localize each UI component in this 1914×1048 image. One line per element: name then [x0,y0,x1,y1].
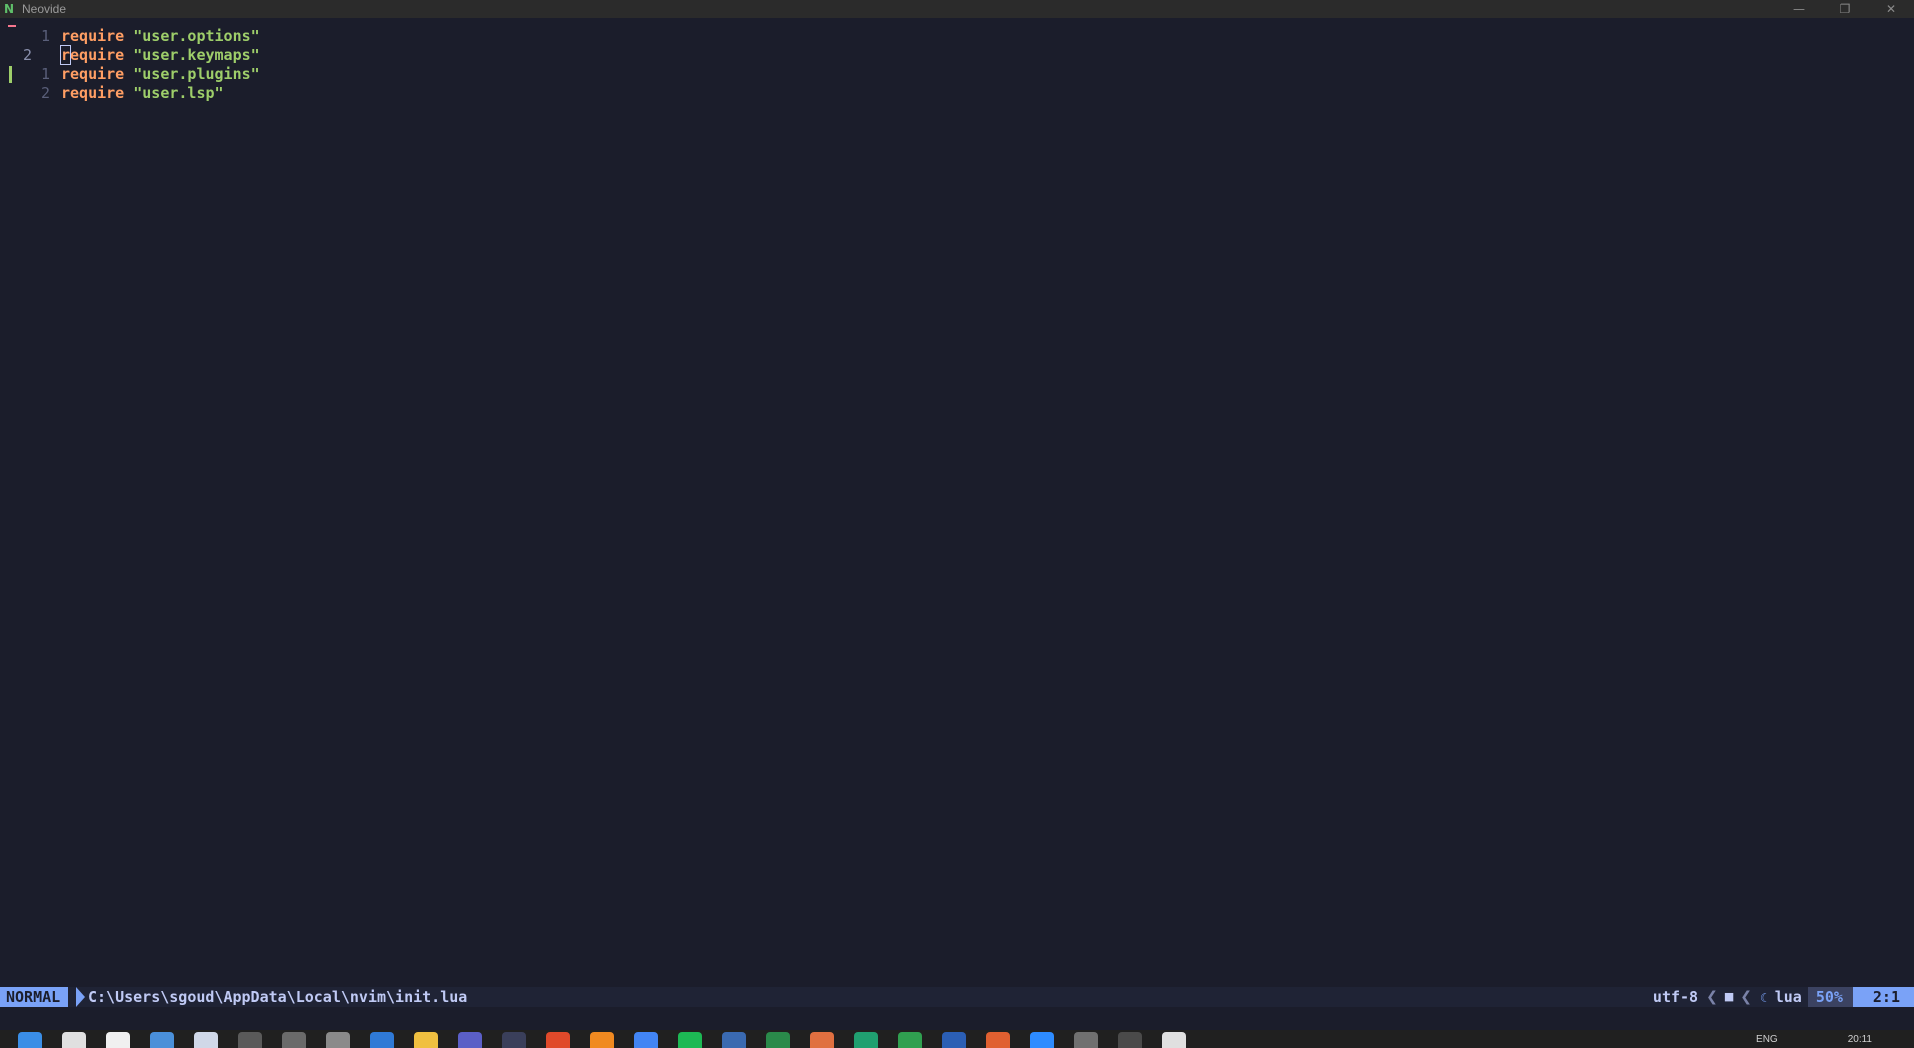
close-button[interactable]: ✕ [1868,0,1914,18]
terminal-icon[interactable] [238,1032,262,1048]
code-line[interactable]: 1 require "user.options" [0,25,1914,46]
chrome-icon[interactable] [634,1032,658,1048]
window-title: Neovide [22,2,67,16]
mail-icon[interactable] [194,1032,218,1048]
neovide-logo-icon: N [3,2,15,16]
keyword-token: equire [70,46,125,64]
mode-separator [76,987,85,1007]
teams-icon[interactable] [458,1032,482,1048]
cat-icon[interactable] [326,1032,350,1048]
git-sign-deleted [0,25,16,46]
clock[interactable]: 20:11 [1848,1034,1872,1045]
string-token: "user.lsp" [133,84,224,102]
zoom-icon[interactable] [1030,1032,1054,1048]
keyword-token: require [61,65,125,83]
edge-icon[interactable] [370,1032,394,1048]
sign-column [0,84,14,103]
title-bar: N Neovide — ❐ ✕ [0,0,1914,18]
line-number: 1 [40,65,50,83]
app-icon-red[interactable] [986,1032,1010,1048]
lua-icon: ☾ [1759,990,1771,1005]
code-text: require "user.lsp" [61,84,224,103]
app-icon-blue[interactable] [722,1032,746,1048]
progress-percent: 50% [1807,987,1853,1007]
app-icon-orange[interactable] [810,1032,834,1048]
code-text: require "user.keymaps" [59,45,260,65]
neovide-icon[interactable] [1162,1032,1186,1048]
cursor: r [59,45,72,65]
folder-icon[interactable] [414,1032,438,1048]
filetype: ☾ lua [1754,987,1808,1008]
keyword-token: require [61,84,125,102]
app-icon-green[interactable] [766,1032,790,1048]
windows-start-icon[interactable] [18,1032,42,1048]
code-line[interactable]: 2 require "user.lsp" [0,84,1914,103]
git-sign-added [0,65,14,84]
brave-icon[interactable] [546,1032,570,1048]
code-line-current[interactable]: 2 require "user.keymaps" [0,45,1914,65]
windows-os-icon: ■ [1723,990,1735,1003]
mode-indicator: NORMAL [0,987,69,1007]
line-number: 1 [40,27,50,45]
minimize-button[interactable]: — [1776,0,1822,18]
line-number: 2 [40,84,50,102]
system-tray: ENG 20:11 [1756,1030,1914,1048]
app-icon-gear[interactable] [898,1032,922,1048]
string-token: "user.options" [133,27,260,45]
console-icon[interactable] [282,1032,306,1048]
firefox-icon[interactable] [590,1032,614,1048]
spotify-icon[interactable] [678,1032,702,1048]
file-path: C:\Users\sgoud\AppData\Local\nvim\init.l… [88,988,468,1006]
code-line[interactable]: 1 require "user.plugins" [0,65,1914,84]
github-icon[interactable] [502,1032,526,1048]
filetype-label: lua [1774,987,1802,1006]
string-token: "user.keymaps" [133,46,260,64]
separator-icon: ❮ [1706,989,1718,1005]
taskbar: ENG 20:11 [0,1030,1914,1048]
line-number-current: 2 [22,46,32,64]
string-token: "user.plugins" [133,65,260,83]
word-icon[interactable] [942,1032,966,1048]
status-line: NORMAL C:\Users\sgoud\AppData\Local\nvim… [0,987,1914,1007]
calendar-icon[interactable] [150,1032,174,1048]
language-indicator[interactable]: ENG [1756,1034,1778,1045]
search-icon[interactable] [62,1032,86,1048]
command-line[interactable] [0,1007,1914,1027]
separator-icon: ❮ [1740,989,1752,1005]
calculator-icon[interactable] [1074,1032,1098,1048]
code-text: require "user.plugins" [61,65,260,84]
editor-buffer[interactable]: 1 require "user.options" 2 require "user… [0,18,1914,986]
taskbar-icons [18,1032,1206,1048]
cursor-position: 2:1 [1852,987,1914,1007]
app-icon-dark[interactable] [1118,1032,1142,1048]
status-right: utf-8 ❮ ■ ❮ ☾ lua 50% 2:1 [1647,987,1914,1007]
code-text: require "user.options" [61,27,260,46]
keyword-token: require [61,27,125,45]
maximize-button[interactable]: ❐ [1822,0,1868,18]
encoding: utf-8 [1652,988,1699,1006]
file-icon[interactable] [106,1032,130,1048]
app-icon-teal[interactable] [854,1032,878,1048]
window-controls: — ❐ ✕ [1776,0,1914,18]
